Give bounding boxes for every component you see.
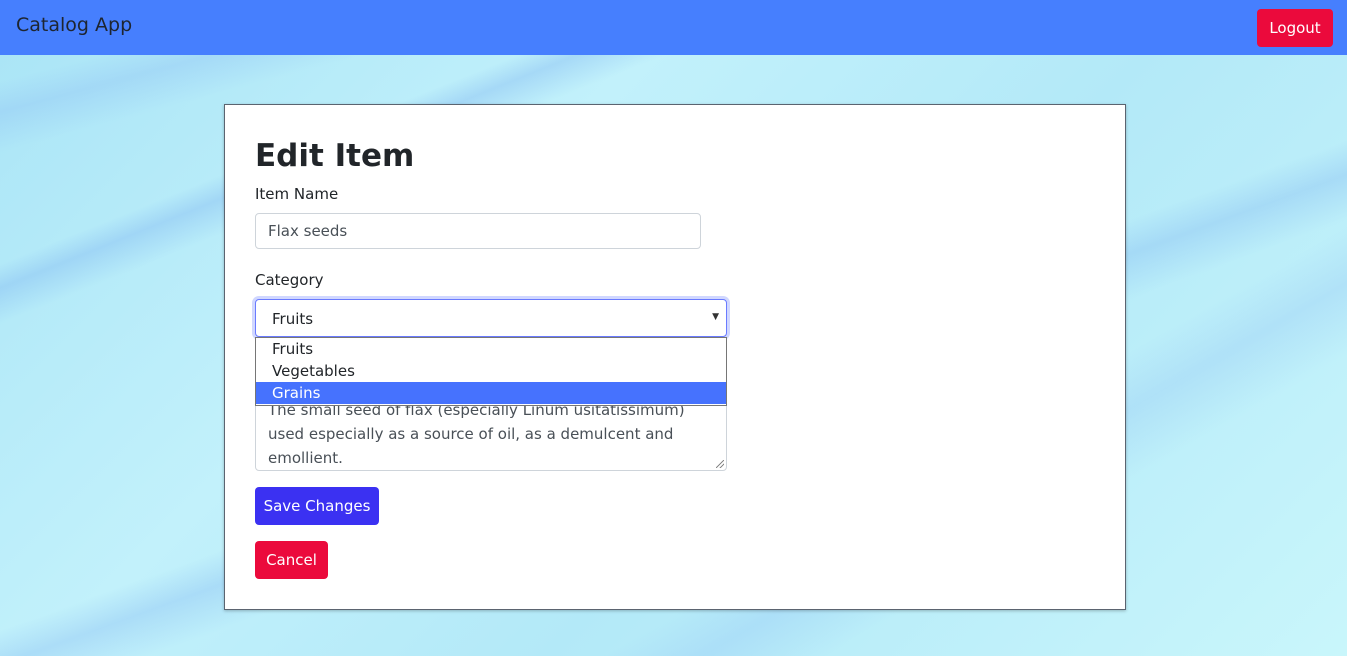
resize-grip-icon[interactable]: [716, 460, 724, 468]
app-brand[interactable]: Catalog App: [16, 14, 132, 36]
dropdown-arrow-icon: ▼: [712, 312, 719, 322]
category-label: Category: [255, 271, 324, 289]
category-dropdown-list: Fruits Vegetables Grains: [255, 337, 727, 406]
description-text: The small seed of flax (especially Linum…: [268, 401, 685, 467]
page-title: Edit Item: [255, 138, 415, 174]
category-selected-value: Fruits: [272, 310, 314, 328]
top-navbar: Catalog App Logout: [0, 0, 1347, 55]
edit-item-card: Edit Item Item Name Category Fruits ▼ Th…: [224, 104, 1126, 610]
cancel-button[interactable]: Cancel: [255, 541, 328, 579]
category-option-vegetables[interactable]: Vegetables: [256, 360, 726, 382]
save-changes-button[interactable]: Save Changes: [255, 487, 379, 525]
item-name-label: Item Name: [255, 185, 339, 203]
logout-button[interactable]: Logout: [1257, 9, 1333, 47]
category-option-fruits[interactable]: Fruits: [256, 338, 726, 360]
category-option-grains[interactable]: Grains: [256, 382, 726, 404]
category-select[interactable]: Fruits ▼: [255, 299, 727, 337]
item-name-input[interactable]: [255, 213, 701, 249]
